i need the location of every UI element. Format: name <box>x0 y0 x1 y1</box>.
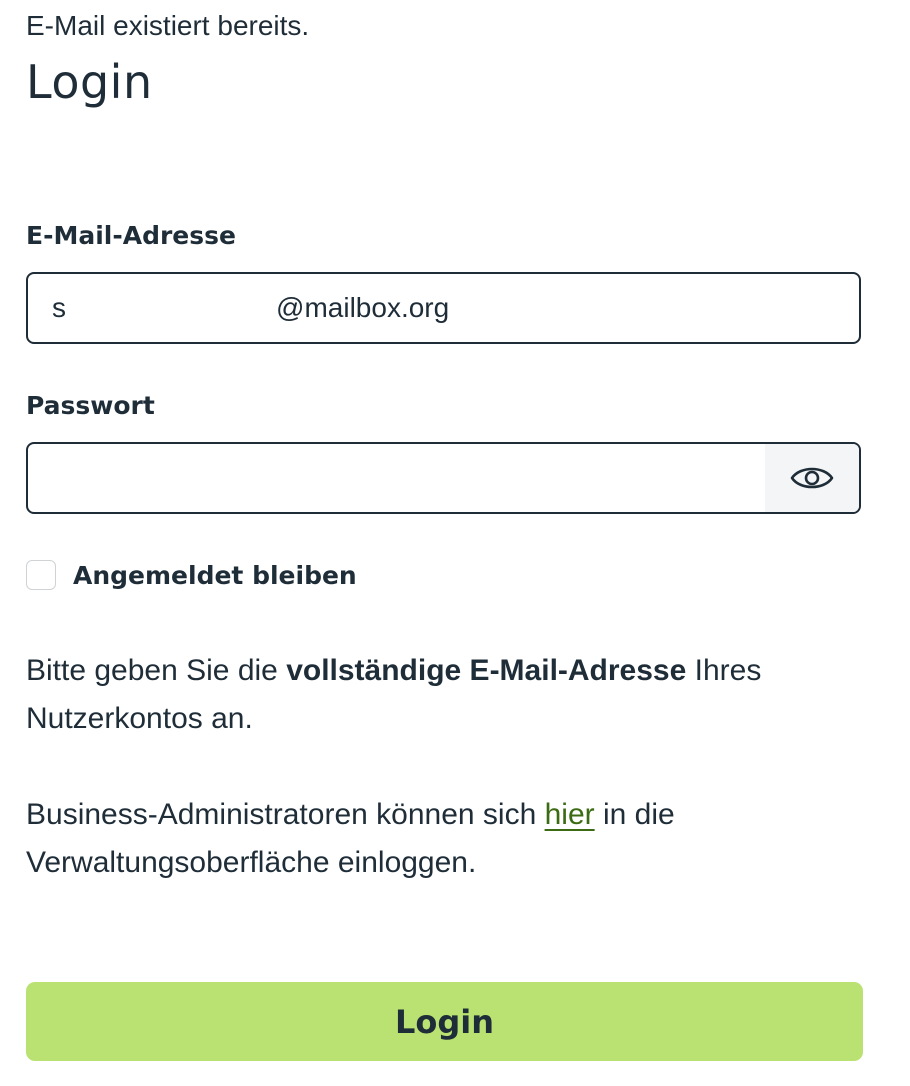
login-button[interactable]: Login <box>26 982 863 1061</box>
password-field-container <box>26 442 861 514</box>
email-field[interactable] <box>28 274 859 342</box>
error-message: E-Mail existiert bereits. <box>26 10 310 41</box>
email-hint-text: Bitte geben Sie die vollständige E-Mail-… <box>26 647 863 743</box>
remember-me-checkbox[interactable] <box>26 560 56 590</box>
email-label: E-Mail-Adresse <box>26 221 236 250</box>
page-title: Login <box>26 55 153 109</box>
eye-icon <box>790 467 834 489</box>
password-field[interactable] <box>28 444 768 512</box>
admin-hint-text: Business-Administratoren können sich hie… <box>26 791 863 887</box>
show-password-button[interactable] <box>765 444 859 512</box>
remember-me-row: Angemeldet bleiben <box>26 558 357 592</box>
email-hint-prefix: Bitte geben Sie die <box>26 654 287 687</box>
admin-login-link[interactable]: hier <box>545 798 595 831</box>
email-field-container <box>26 272 861 344</box>
password-label: Passwort <box>26 391 155 420</box>
remember-me-label[interactable]: Angemeldet bleiben <box>73 561 357 590</box>
email-hint-emphasis: vollständige E-Mail-Adresse <box>286 654 687 687</box>
admin-hint-prefix: Business-Administratoren können sich <box>26 798 545 831</box>
